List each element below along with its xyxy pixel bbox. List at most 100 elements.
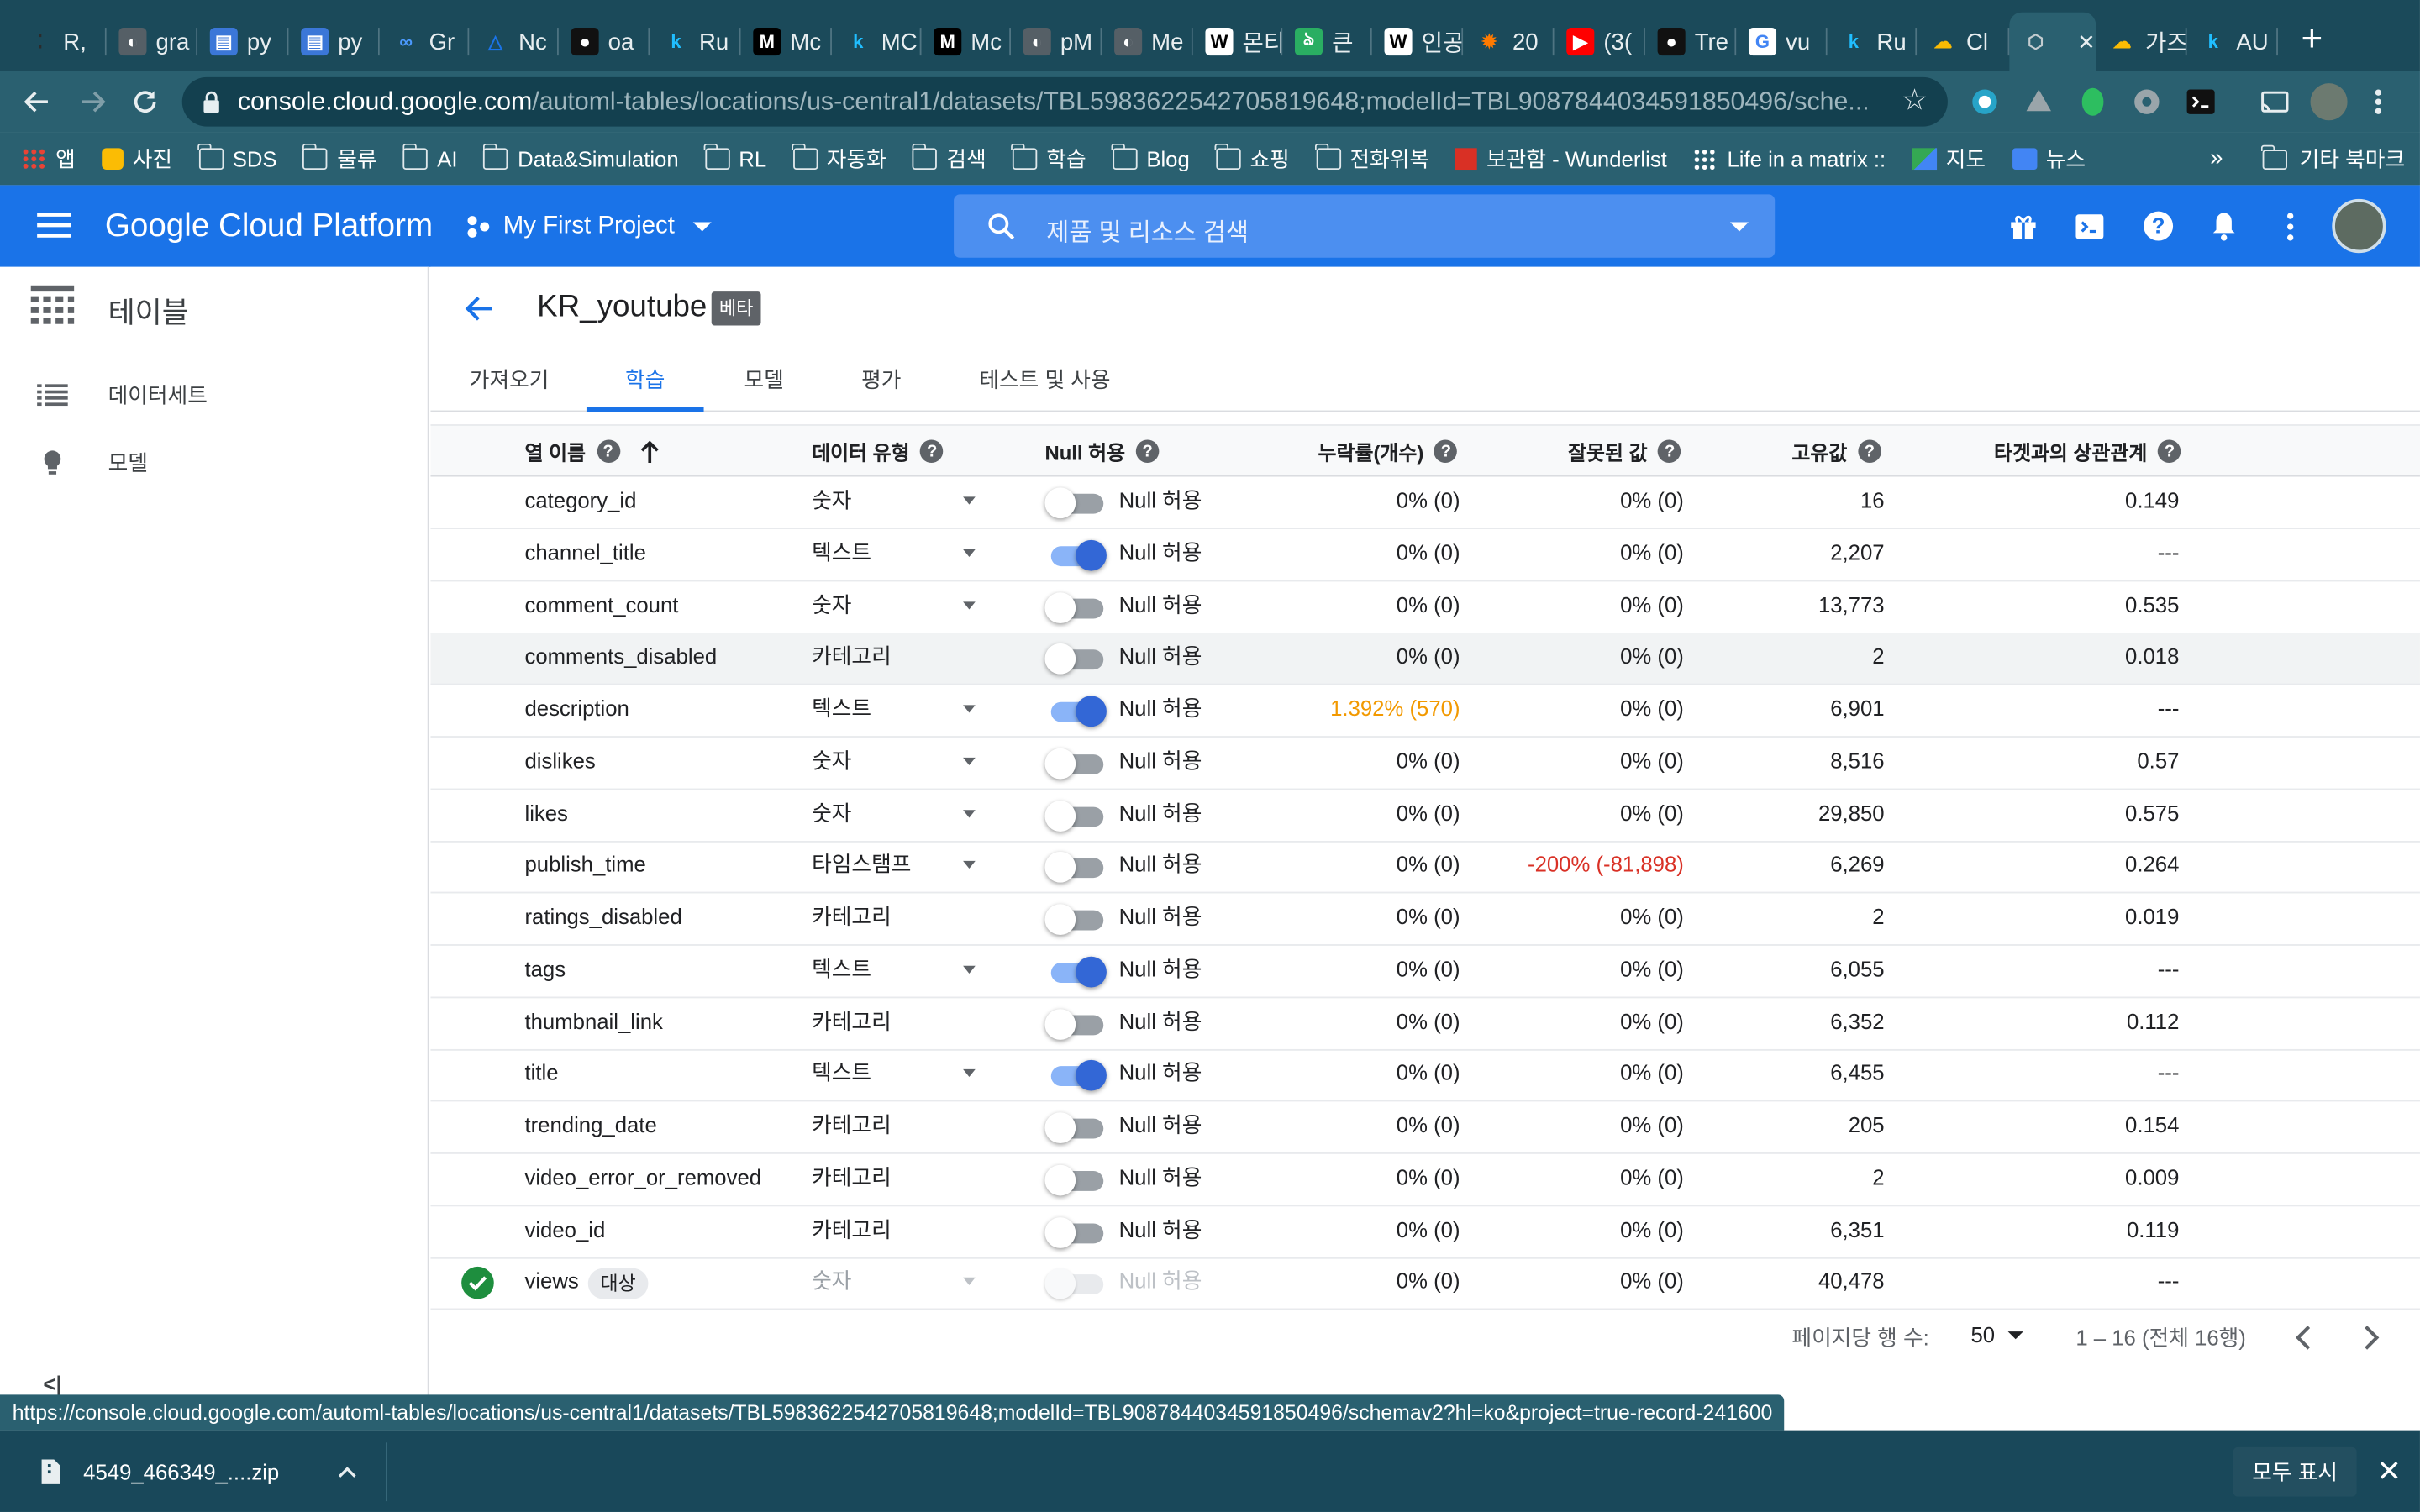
extension-evernote-icon[interactable] (2077, 85, 2108, 118)
sidebar-item-models[interactable]: 모델 (37, 446, 408, 480)
bookmark-star-icon[interactable]: ☆ (1902, 77, 1928, 127)
bookmark-item[interactable]: Life in a matrix :: (1693, 146, 1886, 171)
browser-tab[interactable]: k MC (832, 13, 922, 71)
table-row[interactable]: dislikes 숫자 Null 허용 0% (0) 0% (0) 8,516 0.57 (430, 737, 2420, 790)
nullable-toggle[interactable] (1044, 1164, 1106, 1195)
table-row[interactable]: video_error_or_removed 카테고리 Null 허용 0% (0) 0… (430, 1153, 2420, 1206)
show-all-button[interactable]: 모두 표시 (2233, 1446, 2357, 1497)
table-row[interactable]: thumbnail_link 카테고리 Null 허용 0% (0) 0% (0) 6,3… (430, 997, 2420, 1050)
bookmark-item[interactable]: Data&Simulation (482, 143, 679, 171)
table-row[interactable]: channel_title 텍스트 Null 허용 0% (0) 0% (0) 2,207… (430, 529, 2420, 581)
nullable-toggle[interactable] (1044, 1216, 1106, 1247)
help-icon[interactable]: ? (2144, 211, 2174, 241)
nullable-toggle[interactable] (1044, 800, 1106, 832)
browser-menu-icon[interactable] (2374, 87, 2383, 118)
bookmark-item[interactable]: 앱 (21, 144, 76, 175)
new-tab-button[interactable]: + (2293, 18, 2330, 61)
bookmark-item[interactable]: 자동화 (792, 143, 886, 175)
extension-drive-icon[interactable] (2023, 87, 2054, 118)
table-row[interactable]: description 텍스트 Null 허용 1.392% (570) 0% (0) 6… (430, 685, 2420, 738)
browser-tab[interactable]: ◐ gra (107, 13, 198, 71)
data-type-select[interactable]: 텍스트 (812, 1049, 871, 1100)
bookmark-item[interactable]: 보관함 - Wunderlist (1455, 144, 1667, 175)
browser-tab[interactable]: ঌ큰 (1282, 13, 1372, 71)
data-type-select[interactable]: 텍스트 (812, 529, 871, 580)
table-row[interactable]: comments_disabled 카테고리 Null 허용 0% (0) 0% (0)… (430, 633, 2420, 685)
column-header-name[interactable]: 열 이름 ? (524, 426, 660, 477)
chevron-up-icon[interactable] (338, 1466, 356, 1478)
browser-tab[interactable]: Gvu (1736, 13, 1828, 71)
table-row[interactable]: video_id 카테고리 Null 허용 0% (0) 0% (0) 6,351 0.11… (430, 1205, 2420, 1258)
bookmarks-overflow-icon[interactable]: » (2210, 145, 2223, 171)
browser-tab[interactable]: ● Tre (1645, 13, 1737, 71)
table-row[interactable]: category_id 숫자 Null 허용 0% (0) 0% (0) 16 0.149 (430, 477, 2420, 529)
browser-tab[interactable]: ⁚ R, (14, 13, 107, 71)
bookmark-item[interactable]: 쇼핑 (1214, 143, 1290, 175)
table-row[interactable]: trending_date 카테고리 Null 허용 0% (0) 0% (0) 205 0… (430, 1101, 2420, 1154)
close-tab-icon[interactable]: ✕ (2077, 29, 2096, 55)
data-type-select[interactable]: 텍스트 (812, 685, 871, 736)
hamburger-menu-icon[interactable] (37, 213, 71, 238)
gift-icon[interactable] (2009, 213, 2037, 240)
help-icon[interactable]: ? (1434, 439, 1458, 464)
rows-per-page-select[interactable]: 50 (1970, 1322, 2023, 1347)
forward-icon[interactable] (77, 87, 108, 118)
table-row[interactable]: comment_count 숫자 Null 허용 0% (0) 0% (0) 13,773… (430, 581, 2420, 633)
browser-tab[interactable]: ☁ 가즈 (2096, 13, 2187, 71)
nullable-toggle[interactable] (1044, 748, 1106, 780)
data-type-select[interactable]: 텍스트 (812, 945, 871, 996)
nullable-toggle[interactable] (1044, 539, 1107, 571)
browser-tab[interactable]: ✹ 20 (1463, 13, 1555, 71)
browser-tab[interactable]: ☁ Cl (1917, 13, 2010, 71)
profile-avatar[interactable] (2310, 83, 2348, 121)
notifications-icon[interactable] (2212, 212, 2236, 241)
help-icon[interactable]: ? (1858, 439, 1881, 464)
data-type-select[interactable]: 숫자 (812, 789, 851, 840)
sort-ascending-icon[interactable] (638, 439, 660, 464)
sidebar-item-datasets[interactable]: 데이터세트 (37, 378, 408, 412)
address-bar[interactable]: console.cloud.google.com/automl-tables/l… (182, 76, 1948, 127)
nullable-toggle[interactable] (1044, 1060, 1107, 1092)
data-type-select[interactable]: 타임스탬프 (812, 841, 911, 892)
nullable-toggle[interactable] (1044, 956, 1107, 988)
nullable-toggle[interactable] (1044, 643, 1106, 675)
bookmark-item[interactable]: AI (402, 143, 457, 171)
bookmark-item[interactable]: 뉴스 (2012, 144, 2086, 175)
browser-tab[interactable]: ● oa (559, 13, 650, 71)
table-row[interactable]: publish_time 타임스탬프 Null 허용 0% (0) -200% (-81… (430, 841, 2420, 894)
help-icon[interactable]: ? (2158, 439, 2181, 464)
browser-tab-active[interactable]: ⬡ ✕ (2009, 12, 2096, 71)
browser-tab[interactable]: k Ru (650, 13, 741, 71)
browser-tab[interactable]: M Mc (922, 13, 1012, 71)
account-avatar[interactable] (2332, 198, 2386, 254)
nullable-toggle[interactable] (1044, 852, 1106, 884)
prev-page-icon[interactable] (2293, 1324, 2312, 1352)
nullable-toggle[interactable] (1044, 696, 1107, 727)
next-page-icon[interactable] (2363, 1324, 2381, 1352)
data-type-select[interactable]: 숫자 (812, 737, 851, 788)
data-type-select[interactable]: 숫자 (812, 477, 851, 528)
browser-tab[interactable]: ▶ (3( (1555, 13, 1645, 71)
tab-test-use[interactable]: 테스트 및 사용 (971, 350, 1118, 412)
browser-tab[interactable]: ◐ pM (1011, 13, 1102, 71)
back-arrow-icon[interactable] (463, 295, 494, 323)
bookmark-item[interactable]: SDS (197, 143, 277, 171)
reload-icon[interactable] (129, 87, 160, 118)
data-type-select[interactable]: 숫자 (812, 581, 851, 633)
download-item[interactable]: 4549_466349_....zip (22, 1442, 380, 1501)
tab-models[interactable]: 모델 (723, 350, 804, 412)
bookmark-item[interactable]: 전화위복 (1314, 143, 1429, 175)
browser-tab[interactable]: k AU (2187, 13, 2278, 71)
bookmark-item[interactable]: 지도 (1912, 144, 1986, 175)
collapse-sidebar-icon[interactable]: <| (43, 1372, 61, 1396)
bookmark-item[interactable]: 사진 (102, 144, 172, 175)
bookmark-item[interactable]: 학습 (1011, 143, 1086, 175)
bookmark-item[interactable]: 물류 (302, 143, 377, 175)
table-row[interactable]: tags 텍스트 Null 허용 0% (0) 0% (0) 6,055 --- (430, 945, 2420, 998)
browser-tab[interactable]: k Ru (1828, 13, 1918, 71)
nullable-toggle[interactable] (1044, 487, 1106, 519)
browser-tab[interactable]: ▤ py (197, 13, 289, 71)
tab-train[interactable]: 학습 (586, 350, 704, 412)
help-icon[interactable]: ? (1135, 439, 1160, 464)
browser-tab[interactable]: ▤ py (288, 13, 380, 71)
